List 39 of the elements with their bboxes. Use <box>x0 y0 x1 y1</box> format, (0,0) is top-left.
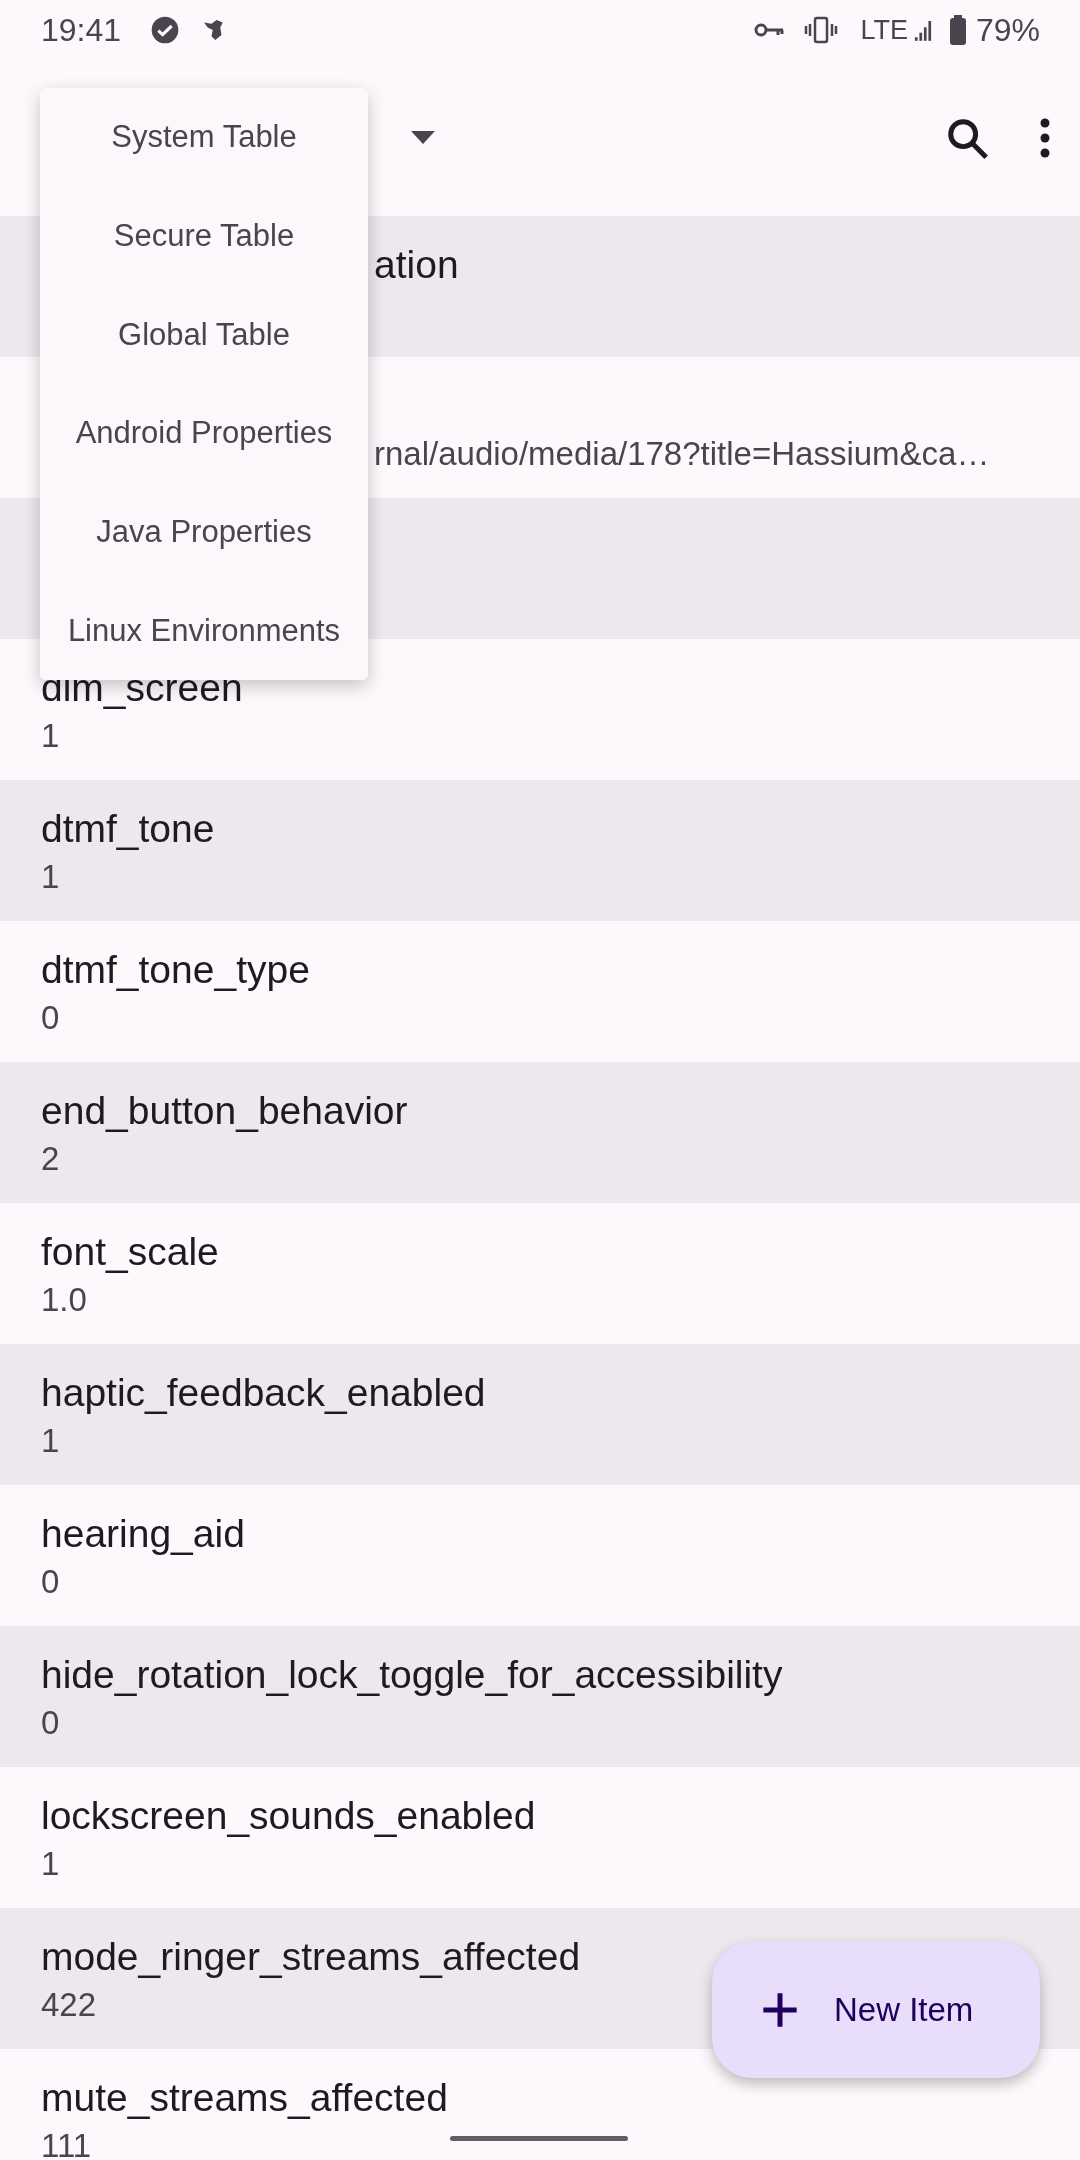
setting-value: 1 <box>41 716 60 756</box>
setting-value: 422 <box>41 1985 97 2025</box>
setting-name: dtmf_tone <box>41 807 215 851</box>
setting-value: 0 <box>41 998 60 1038</box>
menu-item[interactable]: Secure Table <box>40 206 368 266</box>
setting-name: mute_streams_affected <box>41 2076 448 2120</box>
network-type: LTE <box>860 14 908 46</box>
new-item-button[interactable]: New Item <box>712 1942 1040 2078</box>
status-time: 19:41 <box>41 11 122 49</box>
setting-value: 111 <box>41 2126 92 2160</box>
setting-value: 1 <box>41 857 60 897</box>
setting-name: haptic_feedback_enabled <box>41 1371 486 1415</box>
more-options-icon[interactable] <box>1040 118 1050 158</box>
setting-value: 1.0 <box>41 1280 87 1320</box>
setting-name: hearing_aid <box>41 1512 245 1556</box>
menu-item[interactable]: System Table <box>40 107 368 168</box>
menu-item[interactable]: Java Properties <box>40 501 368 562</box>
setting-value: 2 <box>41 1139 60 1179</box>
setting-value: 1 <box>41 1844 60 1884</box>
setting-value: 0 <box>41 1703 60 1743</box>
menu-item[interactable]: Global Table <box>40 304 368 365</box>
setting-name: lockscreen_sounds_enabled <box>41 1794 536 1838</box>
setting-name: end_button_behavior <box>41 1089 408 1133</box>
setting-value: 1 <box>41 1421 60 1461</box>
setting-name: font_scale <box>41 1230 219 1274</box>
setting-name: ation <box>374 243 459 287</box>
battery-percent: 79% <box>975 11 1040 49</box>
setting-name: dtmf_tone_type <box>41 948 310 992</box>
setting-name: dim_screen <box>41 666 243 710</box>
menu-item[interactable]: Linux Environments <box>40 600 368 661</box>
dropdown-caret-icon[interactable] <box>410 131 436 145</box>
menu-item[interactable]: Android Properties <box>40 403 368 464</box>
setting-value: rnal/audio/media/178?title=Hassium&ca… <box>374 434 990 474</box>
setting-value: 0 <box>41 1562 60 1602</box>
setting-name: mode_ringer_streams_affected <box>41 1935 581 1979</box>
vibrate-icon <box>804 16 839 44</box>
setting-name: hide_rotation_lock_toggle_for_accessibility <box>41 1653 783 1697</box>
plus-icon <box>760 1990 800 2030</box>
battery-icon <box>949 15 966 45</box>
